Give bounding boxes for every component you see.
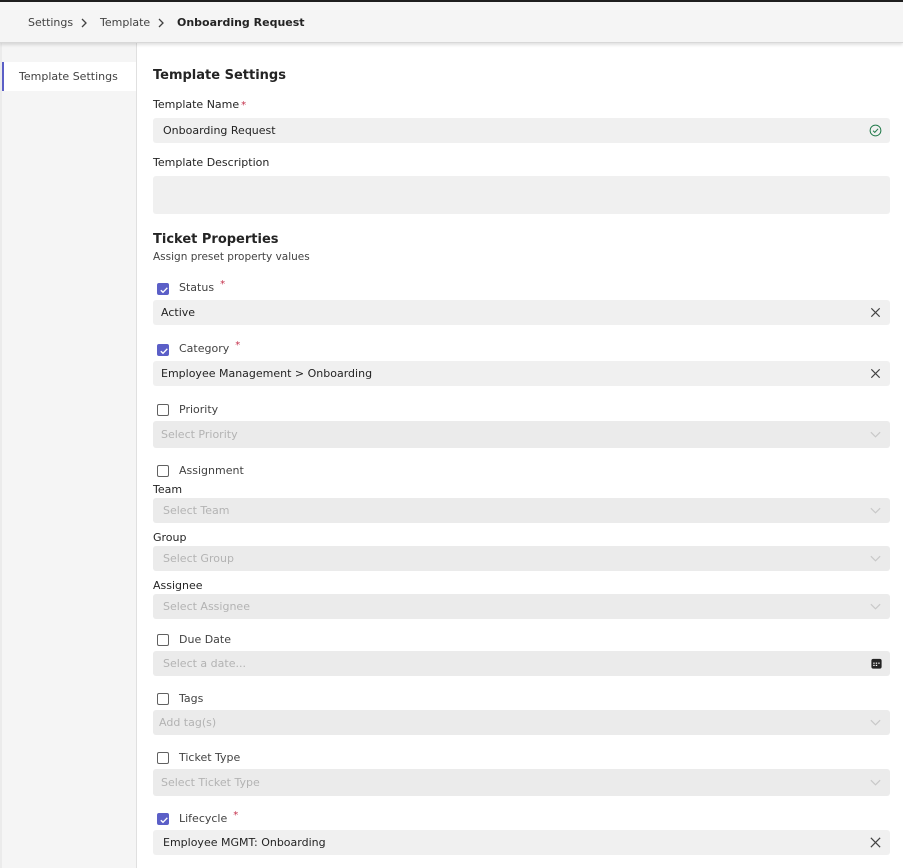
due-date-input[interactable]: Select a date... [153, 651, 890, 676]
tags-label: Tags [179, 692, 204, 705]
lifecycle-value: Employee MGMT: Onboarding [163, 836, 326, 849]
chevron-down-icon [870, 431, 881, 438]
group-select[interactable]: Select Group [153, 546, 890, 571]
sidebar [0, 43, 137, 868]
team-label: Team [153, 483, 183, 496]
chevron-right-icon [81, 18, 87, 28]
due-date-label: Due Date [179, 633, 231, 646]
breadcrumb-template[interactable]: Template [100, 16, 150, 29]
sidebar-edge [0, 43, 2, 868]
sidebar-item-label: Template Settings [19, 70, 118, 83]
lifecycle-checkbox[interactable] [157, 813, 169, 825]
tags-placeholder: Add tag(s) [159, 716, 217, 729]
ticket-type-placeholder: Select Ticket Type [161, 776, 260, 789]
group-placeholder: Select Group [163, 552, 234, 565]
breadcrumb: Settings Template Onboarding Request [0, 2, 903, 43]
template-description-label: Template Description [153, 156, 270, 169]
chevron-down-icon [870, 719, 881, 726]
close-icon[interactable] [869, 367, 882, 380]
status-value: Active [161, 306, 196, 319]
tags-checkbox[interactable] [157, 693, 169, 705]
template-description-input[interactable] [153, 176, 890, 214]
sidebar-item-template-settings[interactable]: Template Settings [2, 62, 136, 91]
ticket-type-checkbox[interactable] [157, 752, 169, 764]
team-placeholder: Select Team [163, 504, 230, 517]
calendar-icon[interactable] [870, 657, 883, 670]
lifecycle-label: Lifecycle * [179, 810, 239, 825]
lifecycle-select[interactable]: Employee MGMT: Onboarding [153, 830, 890, 855]
due-date-checkbox[interactable] [157, 634, 169, 646]
template-name-label: Template Name * [153, 98, 247, 111]
team-select[interactable]: Select Team [153, 498, 890, 523]
close-icon[interactable] [869, 836, 882, 849]
chevron-down-icon [870, 507, 881, 514]
priority-checkbox[interactable] [157, 404, 169, 416]
ticket-properties-subtitle: Assign preset property values [153, 251, 310, 263]
required-mark: * [241, 100, 247, 111]
required-mark: * [220, 279, 226, 290]
assignment-checkbox[interactable] [157, 465, 169, 477]
status-label: Status * [179, 279, 226, 294]
category-checkbox[interactable] [157, 344, 169, 356]
section-title-ticket-properties: Ticket Properties [153, 232, 279, 247]
priority-label: Priority [179, 403, 219, 416]
ticket-type-label: Ticket Type [179, 751, 241, 764]
assignment-label: Assignment [179, 464, 244, 477]
category-select[interactable]: Employee Management > Onboarding [153, 361, 890, 386]
priority-select[interactable]: Select Priority [153, 421, 890, 448]
chevron-down-icon [870, 603, 881, 610]
due-date-placeholder: Select a date... [163, 657, 246, 670]
category-label: Category * [179, 340, 241, 355]
assignee-label: Assignee [153, 579, 203, 592]
assignee-select[interactable]: Select Assignee [153, 594, 890, 619]
close-icon[interactable] [869, 306, 882, 319]
ticket-type-select[interactable]: Select Ticket Type [153, 769, 890, 796]
template-name-value: Onboarding Request [163, 124, 276, 137]
chevron-down-icon [870, 779, 881, 786]
required-mark: * [233, 810, 239, 821]
category-value: Employee Management > Onboarding [161, 367, 373, 380]
status-checkbox[interactable] [157, 283, 169, 295]
priority-placeholder: Select Priority [161, 428, 238, 441]
template-name-input[interactable]: Onboarding Request [153, 118, 890, 143]
breadcrumb-settings[interactable]: Settings [28, 16, 73, 29]
assignee-placeholder: Select Assignee [163, 600, 250, 613]
check-circle-icon [869, 124, 882, 137]
required-mark: * [235, 340, 241, 351]
chevron-down-icon [870, 555, 881, 562]
group-label: Group [153, 531, 187, 544]
breadcrumb-current: Onboarding Request [177, 16, 305, 29]
section-title-template-settings: Template Settings [153, 68, 286, 83]
tags-input[interactable]: Add tag(s) [153, 710, 890, 735]
chevron-right-icon [158, 18, 164, 28]
status-select[interactable]: Active [153, 300, 890, 325]
